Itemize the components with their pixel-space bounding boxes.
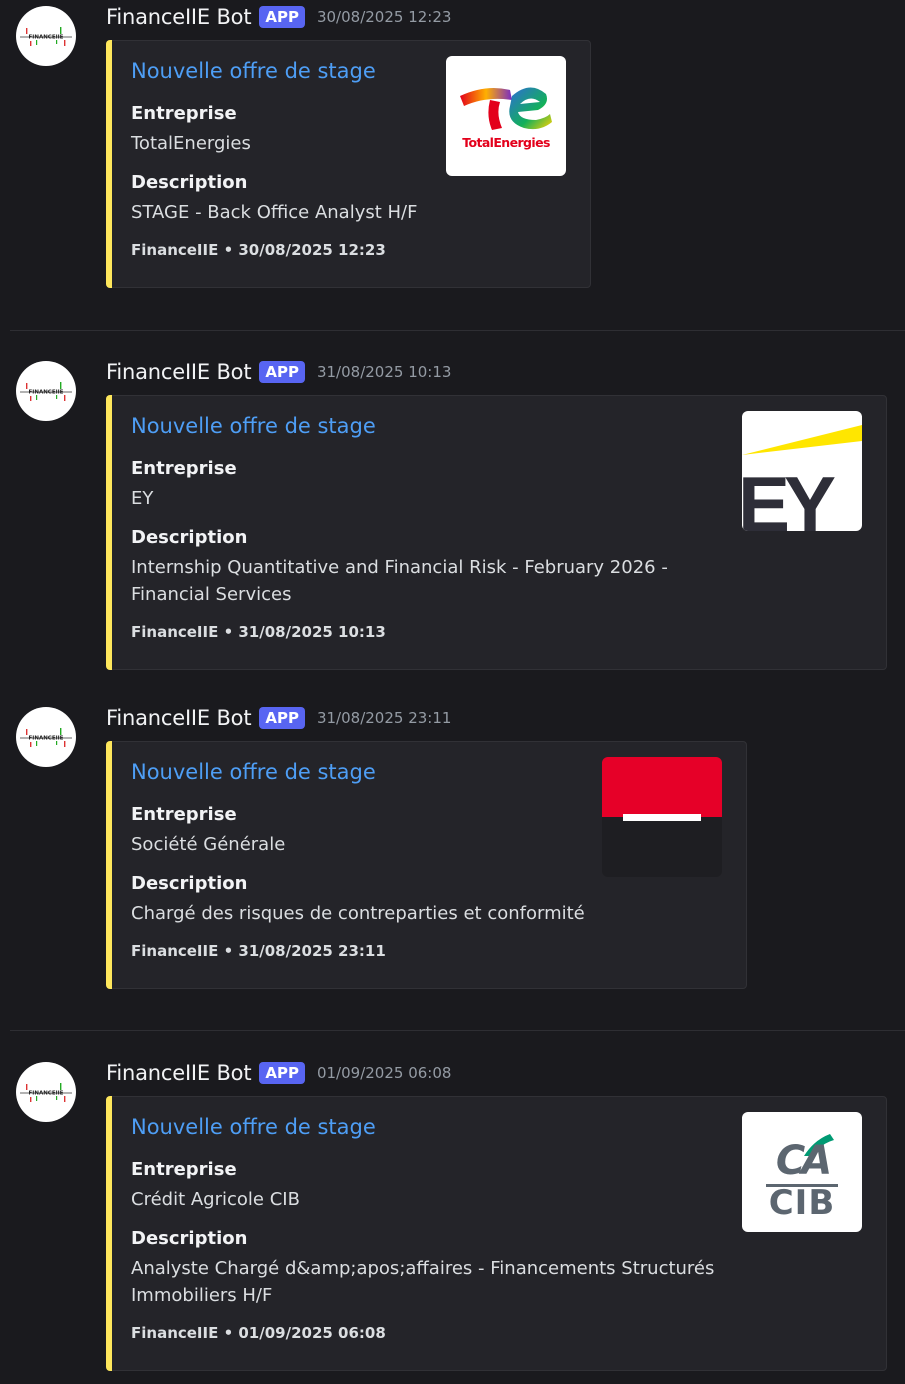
message-timestamp[interactable]: 01/09/2025 06:08 — [317, 1064, 451, 1082]
bot-avatar[interactable]: FINANCEIIE — [16, 1062, 76, 1122]
username[interactable]: FinanceIIE Bot — [106, 706, 252, 730]
embed-footer: FinanceIIE • 01/09/2025 06:08 — [131, 1324, 386, 1342]
field-name-description: Description — [131, 527, 248, 548]
message-header: FinanceIIE Bot APP 30/08/2025 12:23 — [106, 4, 451, 30]
message-timestamp[interactable]: 31/08/2025 23:11 — [317, 709, 451, 727]
embed-accent-bar — [106, 40, 112, 288]
app-badge: APP — [259, 707, 305, 729]
embed: Nouvelle offre de stage Entreprise Total… — [106, 40, 591, 288]
thumbnail-logo-text: EY — [742, 460, 835, 531]
embed-title-link[interactable]: Nouvelle offre de stage — [131, 760, 376, 784]
field-name-entreprise: Entreprise — [131, 458, 237, 479]
embed: Nouvelle offre de stage Entreprise EY De… — [106, 395, 887, 670]
message-header: FinanceIIE Bot APP 31/08/2025 10:13 — [106, 359, 451, 385]
embed: Nouvelle offre de stage Entreprise Socié… — [106, 741, 747, 989]
thumbnail-logo-text: CA CIB — [769, 1138, 836, 1223]
embed-thumbnail[interactable]: EY — [742, 411, 862, 531]
bot-avatar[interactable]: FINANCEIIE — [16, 361, 76, 421]
field-value-entreprise: EY — [131, 488, 154, 509]
credit-agricole-cib-logo-icon: CA CIB — [742, 1112, 862, 1232]
message-divider — [10, 330, 905, 331]
app-badge: APP — [259, 6, 305, 28]
totalenergies-logo-icon: TotalEnergies — [446, 56, 566, 176]
message-timestamp[interactable]: 30/08/2025 12:23 — [317, 8, 451, 26]
field-value-entreprise: Société Générale — [131, 834, 286, 855]
ey-logo-icon: EY — [742, 411, 862, 531]
message-timestamp[interactable]: 31/08/2025 10:13 — [317, 363, 451, 381]
field-name-description: Description — [131, 1228, 248, 1249]
embed-thumbnail[interactable]: TotalEnergies — [446, 56, 566, 176]
embed-title-link[interactable]: Nouvelle offre de stage — [131, 414, 376, 438]
username[interactable]: FinanceIIE Bot — [106, 360, 252, 384]
embed-thumbnail[interactable] — [602, 757, 722, 877]
embed-footer: FinanceIIE • 30/08/2025 12:23 — [131, 241, 386, 259]
app-badge: APP — [259, 361, 305, 383]
field-name-description: Description — [131, 873, 248, 894]
avatar-logo-text: FINANCEIIE — [29, 1091, 64, 1097]
app-badge: APP — [259, 1062, 305, 1084]
username[interactable]: FinanceIIE Bot — [106, 5, 252, 29]
field-name-description: Description — [131, 172, 248, 193]
field-name-entreprise: Entreprise — [131, 103, 237, 124]
field-value-description: Chargé des risques de contreparties et c… — [131, 903, 585, 924]
embed-title-link[interactable]: Nouvelle offre de stage — [131, 1115, 376, 1139]
field-value-description: Internship Quantitative and Financial Ri… — [131, 557, 668, 605]
embed-accent-bar — [106, 395, 112, 670]
embed-footer: FinanceIIE • 31/08/2025 23:11 — [131, 942, 386, 960]
avatar-logo-text: FINANCEIIE — [29, 390, 64, 396]
username[interactable]: FinanceIIE Bot — [106, 1061, 252, 1085]
embed-accent-bar — [106, 741, 112, 989]
embed-accent-bar — [106, 1096, 112, 1371]
message-header: FinanceIIE Bot APP 01/09/2025 06:08 — [106, 1060, 451, 1086]
field-value-description: STAGE - Back Office Analyst H/F — [131, 202, 418, 223]
embed-thumbnail[interactable]: CA CIB — [742, 1112, 862, 1232]
message-list[interactable]: FINANCEIIE FinanceIIE Bot APP 30/08/2025… — [0, 0, 905, 1384]
thumbnail-logo-text: TotalEnergies — [462, 135, 550, 150]
message-divider — [10, 1030, 905, 1031]
field-name-entreprise: Entreprise — [131, 1159, 237, 1180]
bot-avatar[interactable]: FINANCEIIE — [16, 707, 76, 767]
message-header: FinanceIIE Bot APP 31/08/2025 23:11 — [106, 705, 451, 731]
bot-avatar[interactable]: FINANCEIIE — [16, 6, 76, 66]
societe-generale-logo-icon — [602, 757, 722, 877]
embed-title-link[interactable]: Nouvelle offre de stage — [131, 59, 376, 83]
avatar-logo-text: FINANCEIIE — [29, 35, 64, 41]
embed: Nouvelle offre de stage Entreprise Crédi… — [106, 1096, 887, 1371]
field-value-entreprise: TotalEnergies — [131, 133, 251, 154]
avatar-logo-text: FINANCEIIE — [29, 736, 64, 742]
embed-footer: FinanceIIE • 31/08/2025 10:13 — [131, 623, 386, 641]
field-value-entreprise: Crédit Agricole CIB — [131, 1189, 300, 1210]
field-name-entreprise: Entreprise — [131, 804, 237, 825]
field-value-description: Analyste Chargé d&amp;apos;affaires - Fi… — [131, 1258, 715, 1306]
